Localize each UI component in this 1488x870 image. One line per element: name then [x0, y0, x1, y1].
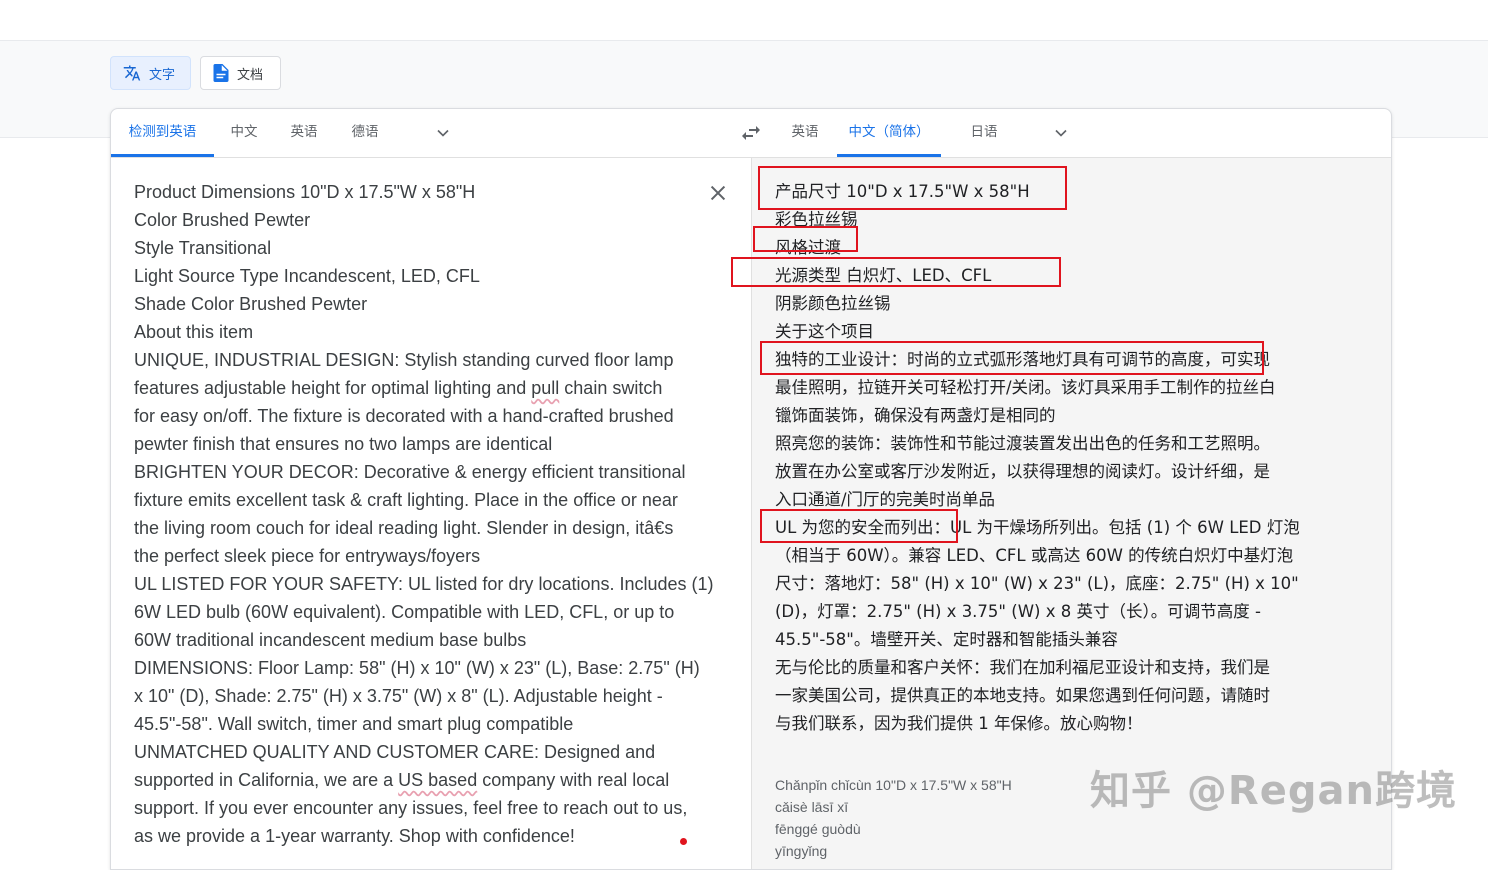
translation-line: 镴饰面装饰，确保没有两盏灯是相同的: [775, 406, 1056, 425]
translator-card: 检测到英语 中文 英语 德语 英语 中文（简体） 日语 Product Dime…: [110, 108, 1392, 870]
tab-target-english[interactable]: 英语: [780, 109, 830, 157]
annotation-dot: [680, 838, 687, 845]
tab-source-german[interactable]: 德语: [340, 109, 390, 157]
clear-source-close-icon[interactable]: [707, 182, 729, 204]
source-line: UL LISTED FOR YOUR SAFETY: UL listed for…: [134, 574, 714, 594]
source-line: 60W traditional incandescent medium base…: [134, 630, 527, 650]
romanization-line: fēnggé guòdù: [775, 821, 861, 837]
source-line: 6W LED bulb (60W equivalent). Compatible…: [134, 602, 675, 622]
source-line: the living room couch for ideal reading …: [134, 518, 674, 538]
docs-mode-button[interactable]: 文档: [200, 56, 281, 90]
tab-detect-language[interactable]: 检测到英语: [111, 109, 214, 157]
tab-source-chinese[interactable]: 中文: [219, 109, 269, 157]
translate-icon: [123, 64, 141, 82]
translation-line: 无与伦比的质量和客户关怀：我们在加利福尼亚设计和支持，我们是: [775, 658, 1270, 677]
source-line: UNMATCHED QUALITY AND CUSTOMER CARE: Des…: [134, 742, 656, 762]
source-line: pewter finish that ensures no two lamps …: [134, 434, 553, 454]
translation-line: 阴影颜色拉丝锡: [775, 294, 891, 313]
translation-line: 风格过渡: [775, 238, 841, 257]
translation-line: 尺寸：落地灯：58" (H) x 10" (W) x 23" (L)，底座：2.…: [775, 574, 1299, 593]
tab-target-japanese[interactable]: 日语: [959, 109, 1009, 157]
source-line: UNIQUE, INDUSTRIAL DESIGN: Stylish stand…: [134, 350, 674, 370]
source-line: supported in California, we are a US bas…: [134, 770, 670, 790]
source-textarea[interactable]: Product Dimensions 10"D x 17.5"W x 58"H …: [134, 178, 714, 850]
source-line: for easy on/off. The fixture is decorate…: [134, 406, 674, 426]
tab-source-english[interactable]: 英语: [279, 109, 329, 157]
translation-line: 关于这个项目: [775, 322, 874, 341]
translation-output: 产品尺寸 10"D x 17.5"W x 58"H 彩色拉丝锡 风格过渡 光源类…: [775, 178, 1345, 738]
source-line: Light Source Type Incandescent, LED, CFL: [134, 266, 480, 286]
text-mode-label: 文字: [149, 67, 176, 83]
translation-line: 45.5"-58"。墙壁开关、定时器和智能插头兼容: [775, 630, 1118, 649]
language-bar: 检测到英语 中文 英语 德语 英语 中文（简体） 日语: [111, 109, 1391, 158]
source-line: Shade Color Brushed Pewter: [134, 294, 368, 314]
translation-line: (D)，灯罩：2.75" (H) x 3.75" (W) x 8 英寸（长）。可…: [775, 602, 1261, 621]
source-line: support. If you ever encounter any issue…: [134, 798, 688, 818]
source-line: 45.5"-58". Wall switch, timer and smart …: [134, 714, 574, 734]
source-line: Product Dimensions 10"D x 17.5"W x 58"H: [134, 182, 476, 202]
source-line: x 10" (D), Shade: 2.75" (H) x 3.75" (W) …: [134, 686, 663, 706]
translation-line: 产品尺寸 10"D x 17.5"W x 58"H: [775, 182, 1030, 201]
source-line: BRIGHTEN YOUR DECOR: Decorative & energy…: [134, 462, 686, 482]
source-more-languages-chevron-icon[interactable]: [433, 123, 453, 143]
translation-line: 一家美国公司，提供真正的本地支持。如果您遇到任何问题，请随时: [775, 686, 1270, 705]
translation-line: 与我们联系，因为我们提供 1 年保修。放心购物！: [775, 714, 1143, 733]
top-bar: [0, 0, 1488, 41]
translation-line: 最佳照明，拉链开关可轻松打开/关闭。该灯具采用手工制作的拉丝白: [775, 378, 1276, 397]
source-text-pane[interactable]: Product Dimensions 10"D x 17.5"W x 58"H …: [111, 158, 751, 869]
source-line: Style Transitional: [134, 238, 272, 258]
translation-line: 入口通道/门厅的完美时尚单品: [775, 490, 996, 509]
document-icon: [213, 64, 229, 82]
translation-line: 彩色拉丝锡: [775, 210, 858, 229]
romanization: Chǎnpǐn chǐcùn 10"D x 17.5"W x 58"H cǎis…: [775, 774, 1012, 862]
translation-line: 光源类型 白炽灯、LED、CFL: [775, 266, 992, 285]
docs-mode-label: 文档: [237, 67, 264, 83]
romanization-line: yīngyǐng: [775, 843, 828, 859]
source-line: Color Brushed Pewter: [134, 210, 311, 230]
translation-line: 照亮您的装饰：装饰性和节能过渡装置发出出色的任务和工艺照明。: [775, 434, 1270, 453]
target-more-languages-chevron-icon[interactable]: [1051, 123, 1071, 143]
translation-line: 独特的工业设计：时尚的立式弧形落地灯具有可调节的高度，可实现: [775, 350, 1270, 369]
swap-languages-icon[interactable]: [739, 121, 763, 145]
source-line: the perfect sleek piece for entryways/fo…: [134, 546, 481, 566]
source-line: DIMENSIONS: Floor Lamp: 58" (H) x 10" (W…: [134, 658, 700, 678]
translation-line: （相当于 60W）。兼容 LED、CFL 或高达 60W 的传统白炽灯中基灯泡: [775, 546, 1294, 565]
romanization-line: cǎisè lāsī xī: [775, 799, 849, 815]
watermark: 知乎 @Regan跨境: [1090, 768, 1457, 814]
spellcheck-underline[interactable]: US based: [398, 770, 477, 790]
source-line: features adjustable height for optimal l…: [134, 378, 663, 398]
romanization-line: Chǎnpǐn chǐcùn 10"D x 17.5"W x 58"H: [775, 777, 1012, 793]
tab-target-chinese-simplified[interactable]: 中文（简体）: [837, 109, 941, 157]
source-line: About this item: [134, 322, 254, 342]
source-line: as we provide a 1-year warranty. Shop wi…: [134, 826, 575, 846]
text-mode-button[interactable]: 文字: [110, 56, 191, 90]
translation-line: 放置在办公室或客厅沙发附近，以获得理想的阅读灯。设计纤细，是: [775, 462, 1270, 481]
translation-line: UL 为您的安全而列出：UL 为干燥场所列出。包括 (1) 个 6W LED 灯…: [775, 518, 1300, 537]
spellcheck-underline[interactable]: pull: [531, 378, 559, 398]
source-line: fixture emits excellent task & craft lig…: [134, 490, 678, 510]
